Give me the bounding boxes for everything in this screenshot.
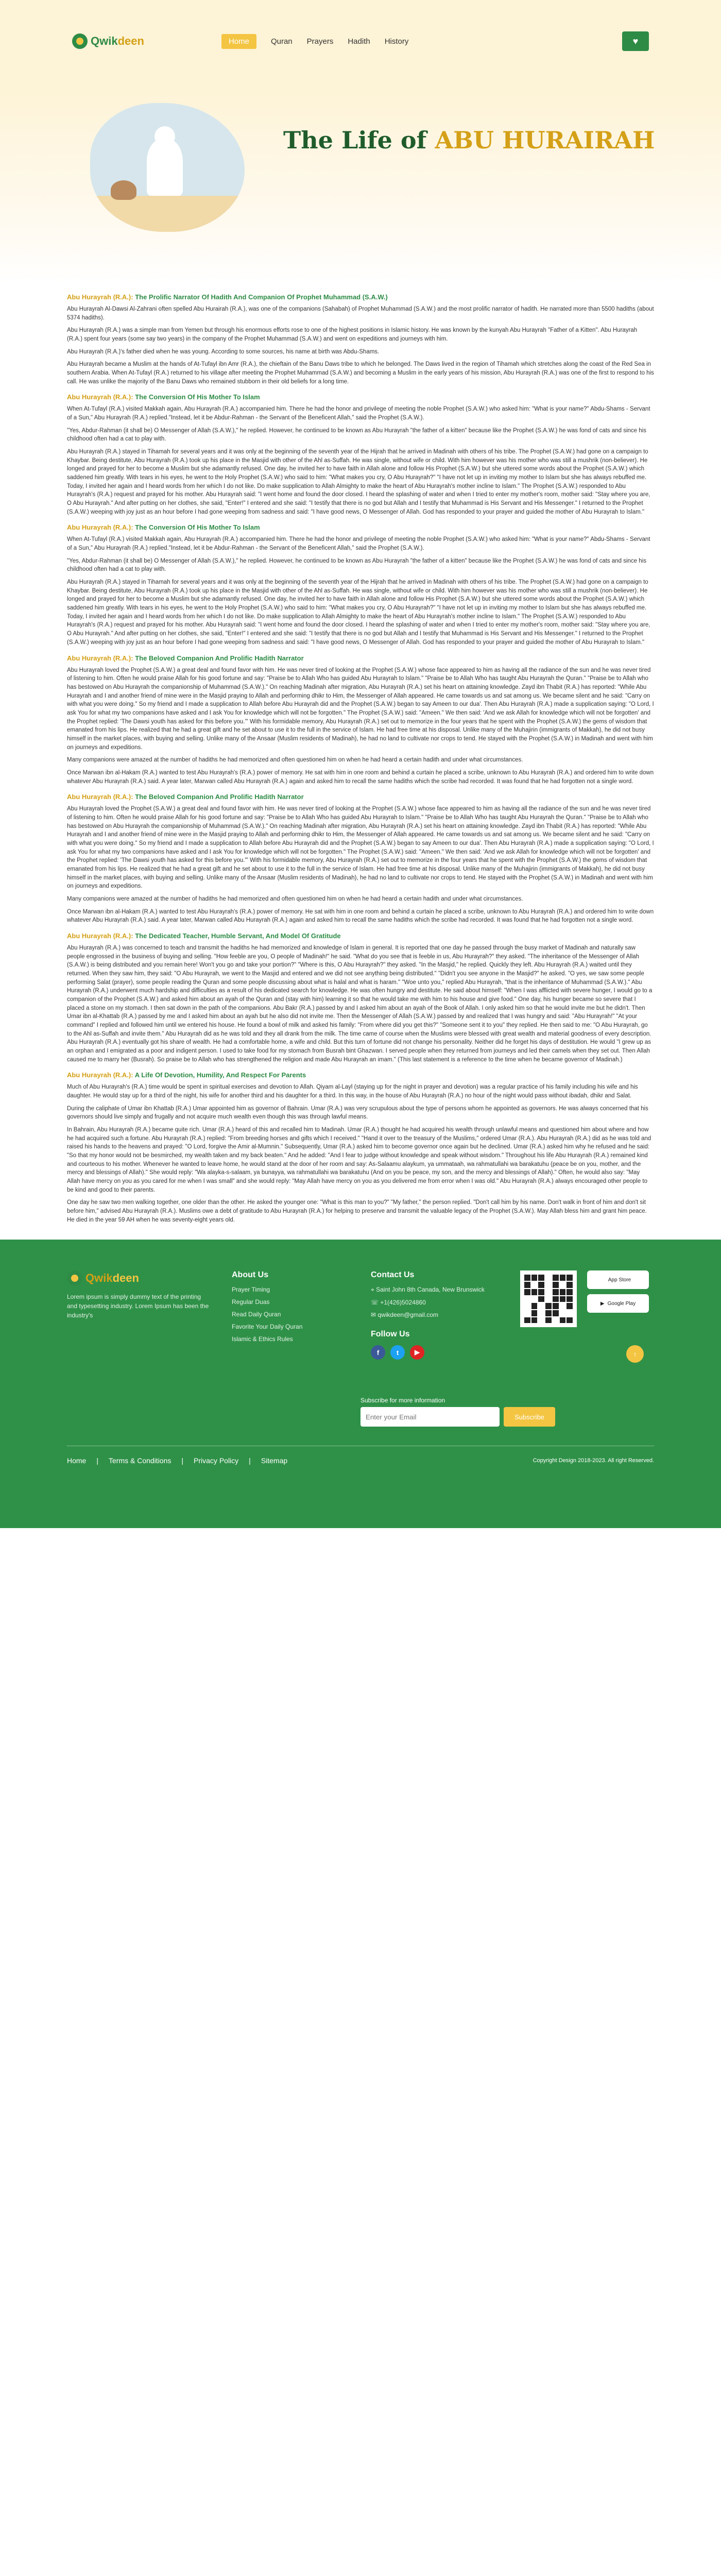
footer-link-home[interactable]: Home — [67, 1456, 86, 1465]
favorites-button[interactable]: ♥ — [622, 31, 649, 51]
article-content: Abu Hurayrah (R.A.): The Prolific Narrat… — [67, 283, 654, 1224]
section-paragraph: Abu Hurayrah (R.A.) was a simple man fro… — [67, 327, 638, 343]
location-icon: ⌖ — [371, 1286, 376, 1294]
facebook-icon[interactable]: f — [371, 1345, 385, 1360]
subscribe-email-input[interactable] — [360, 1407, 500, 1427]
section-paragraph: Abu Hurayrah (R.A.) stayed in Tihamah fo… — [67, 579, 650, 646]
section-paragraph: Many companions were amazed at the numbe… — [67, 895, 523, 902]
section-paragraph: Abu Hurayrah loved the Prophet (S.A.W.) … — [67, 806, 654, 890]
section-heading: Abu Hurayrah (R.A.): The Conversion Of H… — [67, 523, 260, 532]
section-heading: Abu Hurayrah (R.A.): The Prolific Narrat… — [67, 293, 388, 301]
section-paragraph: In Bahrain, Abu Hurayrah (R.A.) became q… — [67, 1127, 651, 1193]
hero-banner: The Life of ABU HURAIRAH — [0, 82, 721, 283]
footer-bottom-bar: Home | Terms & Conditions | Privacy Poli… — [67, 1446, 654, 1465]
about-link[interactable]: Islamic & Ethics Rules — [232, 1335, 350, 1343]
cat-icon — [111, 180, 136, 200]
site-logo[interactable]: Qwikdeen — [72, 33, 144, 49]
footer-logo[interactable]: Qwikdeen — [67, 1270, 211, 1286]
footer-contact: Contact Us ⌖ Saint John 8th Canada, New … — [371, 1270, 500, 1360]
subscribe-label: Subscribe for more information — [360, 1397, 445, 1404]
footer-link-terms[interactable]: Terms & Conditions — [109, 1456, 171, 1465]
section-paragraph: "Yes, Abdur-Rahman (it shall be) O Messe… — [67, 427, 646, 443]
section-heading: Abu Hurayrah (R.A.): The Dedicated Teach… — [67, 931, 341, 940]
about-link[interactable]: Read Daily Quran — [232, 1311, 350, 1318]
hero-illustration — [90, 103, 245, 232]
mail-icon: ✉ — [371, 1311, 378, 1319]
page-title: The Life of ABU HURAIRAH — [283, 126, 655, 154]
logo-text: Qwikdeen — [91, 35, 144, 47]
section-paragraph: Once Marwan ibn al-Hakam (R.A.) wanted t… — [67, 908, 654, 924]
section-paragraph: Abu Hurayrah loved the Prophet (S.A.W.) … — [67, 667, 654, 751]
arrow-up-icon: ↑ — [633, 1350, 637, 1358]
section-heading: Abu Hurayrah (R.A.): The Beloved Compani… — [67, 654, 304, 662]
phone-icon: ☏ — [371, 1299, 381, 1307]
footer-link-privacy[interactable]: Privacy Policy — [194, 1456, 238, 1465]
nav-quran[interactable]: Quran — [271, 37, 293, 46]
main-nav: Home Quran Prayers Hadith History — [221, 33, 409, 49]
section-heading: Abu Hurayrah (R.A.): A Life Of Devotion,… — [67, 1071, 306, 1079]
nav-hadith[interactable]: Hadith — [348, 37, 370, 46]
section-paragraph: Once Marwan ibn al-Hakam (R.A.) wanted t… — [67, 769, 654, 785]
about-link[interactable]: Regular Duas — [232, 1298, 350, 1306]
follow-title: Follow Us — [371, 1330, 410, 1339]
section-heading: Abu Hurayrah (R.A.): The Beloved Compani… — [67, 793, 304, 801]
site-header: Qwikdeen Home Quran Prayers Hadith Histo… — [0, 0, 721, 82]
site-footer: Qwikdeen Lorem ipsum is simply dummy tex… — [0, 1240, 721, 1529]
about-link[interactable]: Favorite Your Daily Quran — [232, 1323, 350, 1330]
subscribe-button[interactable]: Subscribe — [504, 1407, 555, 1427]
section-paragraph: Abu Hurayrah became a Muslim at the hand… — [67, 361, 654, 385]
logo-mark-icon — [67, 1270, 82, 1286]
google-play-button[interactable]: ▶ Google Play — [587, 1294, 649, 1313]
section-paragraph: Abu Hurayrah Al-Dawsi Al-Zahrani often s… — [67, 306, 654, 321]
section-paragraph: Many companions were amazed at the numbe… — [67, 757, 523, 764]
social-links: f t ▶ — [371, 1345, 500, 1360]
section-paragraph: Much of Abu Hurayrah's (R.A.) time would… — [67, 1084, 638, 1099]
contact-phone[interactable]: ☏ +1(426)5024860 — [371, 1299, 500, 1306]
section-paragraph: Abu Hurayrah (R.A.)'s father died when h… — [67, 348, 380, 355]
section-paragraph: During the caliphate of Umar ibn Khattab… — [67, 1105, 648, 1121]
section-paragraph: When At-Tufayl (R.A.) visited Makkah aga… — [67, 406, 650, 421]
footer-description: Lorem ipsum is simply dummy text of the … — [67, 1293, 209, 1319]
section-paragraph: Abu Hurayrah (R.A.) was concerned to tea… — [67, 944, 653, 1063]
heart-icon: ♥ — [632, 36, 639, 46]
nav-home[interactable]: Home — [221, 33, 256, 49]
nav-prayers[interactable]: Prayers — [307, 37, 334, 46]
section-paragraph: "Yes, Abdur-Rahman (it shall be) O Messe… — [67, 557, 646, 573]
footer-link-sitemap[interactable]: Sitemap — [261, 1456, 287, 1465]
section-paragraph: When At-Tufayl (R.A.) visited Makkah aga… — [67, 536, 650, 552]
section-paragraph: One day he saw two men walking together,… — [67, 1199, 647, 1223]
qr-code-icon — [520, 1270, 577, 1328]
section-paragraph: Abu Hurayrah (R.A.) stayed in Tihamah fo… — [67, 449, 650, 515]
copyright-text: Copyright Design 2018-2023. All right Re… — [533, 1458, 654, 1464]
play-icon: ▶ — [600, 1300, 605, 1307]
footer-about: About Us Prayer Timing Regular Duas Read… — [232, 1270, 350, 1360]
nav-history[interactable]: History — [385, 37, 409, 46]
about-link[interactable]: Prayer Timing — [232, 1286, 350, 1293]
about-title: About Us — [232, 1270, 269, 1280]
contact-address: ⌖ Saint John 8th Canada, New Brunswick — [371, 1286, 485, 1294]
youtube-icon[interactable]: ▶ — [410, 1345, 424, 1360]
contact-title: Contact Us — [371, 1270, 415, 1280]
section-heading: Abu Hurayrah (R.A.): The Conversion Of H… — [67, 393, 260, 401]
scroll-top-button[interactable]: ↑ — [626, 1345, 644, 1363]
subscribe-form: Subscribe for more information Subscribe — [360, 1397, 555, 1427]
logo-mark-icon — [72, 33, 88, 49]
footer-brand: Qwikdeen Lorem ipsum is simply dummy tex… — [67, 1270, 211, 1360]
twitter-icon[interactable]: t — [390, 1345, 405, 1360]
app-store-button[interactable]: App Store — [587, 1270, 649, 1290]
contact-email[interactable]: ✉ qwikdeen@gmail.com — [371, 1311, 500, 1318]
